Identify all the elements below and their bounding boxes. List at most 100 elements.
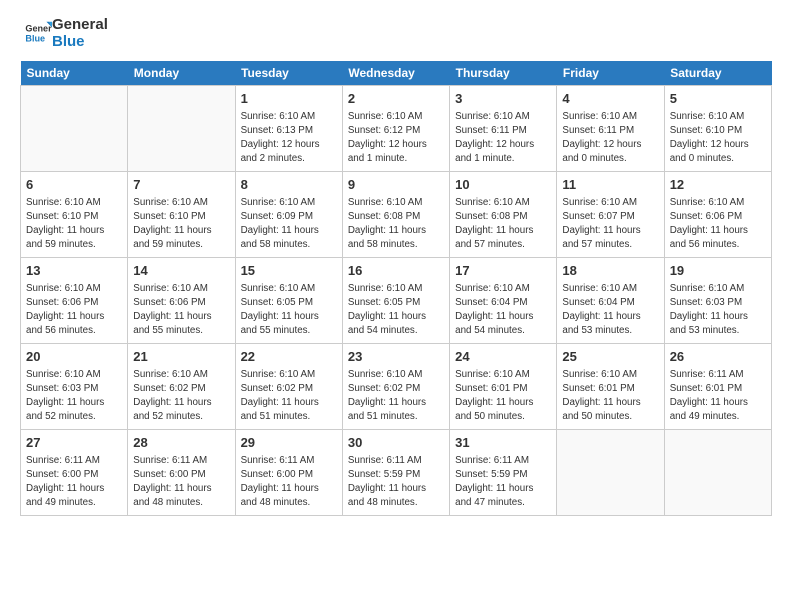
cell-info: Sunrise: 6:11 AM Sunset: 5:59 PM Dayligh… <box>348 454 444 511</box>
calendar-cell: 29 Sunrise: 6:11 AM Sunset: 6:00 PM Dayli… <box>235 429 342 515</box>
day-number: 25 <box>562 348 658 366</box>
cell-info: Sunrise: 6:10 AM Sunset: 6:10 PM Dayligh… <box>133 196 229 253</box>
cell-info: Sunrise: 6:10 AM Sunset: 6:10 PM Dayligh… <box>670 110 766 167</box>
day-number: 22 <box>241 348 337 366</box>
header-wednesday: Wednesday <box>342 61 449 86</box>
week-row-3: 13 Sunrise: 6:10 AM Sunset: 6:06 PM Dayli… <box>21 257 772 343</box>
calendar-cell: 26 Sunrise: 6:11 AM Sunset: 6:01 PM Dayli… <box>664 343 771 429</box>
day-number: 9 <box>348 176 444 194</box>
day-number: 27 <box>26 434 122 452</box>
calendar-cell: 31 Sunrise: 6:11 AM Sunset: 5:59 PM Dayli… <box>450 429 557 515</box>
page-header: General Blue General Blue <box>20 16 772 51</box>
cell-info: Sunrise: 6:11 AM Sunset: 6:00 PM Dayligh… <box>241 454 337 511</box>
cell-info: Sunrise: 6:10 AM Sunset: 6:03 PM Dayligh… <box>26 368 122 425</box>
calendar-cell: 5 Sunrise: 6:10 AM Sunset: 6:10 PM Daylig… <box>664 85 771 171</box>
day-number: 30 <box>348 434 444 452</box>
calendar-header-row: SundayMondayTuesdayWednesdayThursdayFrid… <box>21 61 772 86</box>
calendar-cell: 14 Sunrise: 6:10 AM Sunset: 6:06 PM Dayli… <box>128 257 235 343</box>
day-number: 13 <box>26 262 122 280</box>
day-number: 5 <box>670 90 766 108</box>
cell-info: Sunrise: 6:10 AM Sunset: 6:02 PM Dayligh… <box>133 368 229 425</box>
cell-info: Sunrise: 6:10 AM Sunset: 6:08 PM Dayligh… <box>455 196 551 253</box>
cell-info: Sunrise: 6:10 AM Sunset: 6:06 PM Dayligh… <box>133 282 229 339</box>
calendar-cell <box>664 429 771 515</box>
cell-info: Sunrise: 6:10 AM Sunset: 6:02 PM Dayligh… <box>241 368 337 425</box>
calendar-cell <box>21 85 128 171</box>
week-row-5: 27 Sunrise: 6:11 AM Sunset: 6:00 PM Dayli… <box>21 429 772 515</box>
cell-info: Sunrise: 6:10 AM Sunset: 6:04 PM Dayligh… <box>562 282 658 339</box>
cell-info: Sunrise: 6:10 AM Sunset: 6:13 PM Dayligh… <box>241 110 337 167</box>
calendar-cell: 9 Sunrise: 6:10 AM Sunset: 6:08 PM Daylig… <box>342 171 449 257</box>
day-number: 21 <box>133 348 229 366</box>
cell-info: Sunrise: 6:10 AM Sunset: 6:04 PM Dayligh… <box>455 282 551 339</box>
logo: General Blue General Blue <box>20 16 108 51</box>
cell-info: Sunrise: 6:10 AM Sunset: 6:12 PM Dayligh… <box>348 110 444 167</box>
day-number: 16 <box>348 262 444 280</box>
calendar-cell: 12 Sunrise: 6:10 AM Sunset: 6:06 PM Dayli… <box>664 171 771 257</box>
header-sunday: Sunday <box>21 61 128 86</box>
cell-info: Sunrise: 6:10 AM Sunset: 6:08 PM Dayligh… <box>348 196 444 253</box>
calendar-cell: 22 Sunrise: 6:10 AM Sunset: 6:02 PM Dayli… <box>235 343 342 429</box>
calendar-cell: 6 Sunrise: 6:10 AM Sunset: 6:10 PM Daylig… <box>21 171 128 257</box>
calendar-cell: 20 Sunrise: 6:10 AM Sunset: 6:03 PM Dayli… <box>21 343 128 429</box>
logo-icon: General Blue <box>24 19 52 47</box>
logo-text-blue: Blue <box>52 33 108 50</box>
cell-info: Sunrise: 6:11 AM Sunset: 5:59 PM Dayligh… <box>455 454 551 511</box>
calendar-cell: 1 Sunrise: 6:10 AM Sunset: 6:13 PM Daylig… <box>235 85 342 171</box>
calendar-cell: 16 Sunrise: 6:10 AM Sunset: 6:05 PM Dayli… <box>342 257 449 343</box>
calendar-cell: 13 Sunrise: 6:10 AM Sunset: 6:06 PM Dayli… <box>21 257 128 343</box>
cell-info: Sunrise: 6:10 AM Sunset: 6:01 PM Dayligh… <box>562 368 658 425</box>
cell-info: Sunrise: 6:10 AM Sunset: 6:05 PM Dayligh… <box>241 282 337 339</box>
header-monday: Monday <box>128 61 235 86</box>
day-number: 3 <box>455 90 551 108</box>
cell-info: Sunrise: 6:11 AM Sunset: 6:00 PM Dayligh… <box>26 454 122 511</box>
calendar-cell: 19 Sunrise: 6:10 AM Sunset: 6:03 PM Dayli… <box>664 257 771 343</box>
calendar-cell: 4Sunrise: 6:10 AM Sunset: 6:11 PM Daylig… <box>557 85 664 171</box>
day-number: 15 <box>241 262 337 280</box>
day-number: 28 <box>133 434 229 452</box>
day-number: 29 <box>241 434 337 452</box>
cell-info: Sunrise: 6:10 AM Sunset: 6:07 PM Dayligh… <box>562 196 658 253</box>
day-number: 10 <box>455 176 551 194</box>
cell-info: Sunrise: 6:10 AM Sunset: 6:06 PM Dayligh… <box>670 196 766 253</box>
day-number: 2 <box>348 90 444 108</box>
day-number: 19 <box>670 262 766 280</box>
day-number: 8 <box>241 176 337 194</box>
calendar-cell: 11 Sunrise: 6:10 AM Sunset: 6:07 PM Dayli… <box>557 171 664 257</box>
calendar-cell: 28Sunrise: 6:11 AM Sunset: 6:00 PM Dayli… <box>128 429 235 515</box>
cell-info: Sunrise: 6:10 AM Sunset: 6:09 PM Dayligh… <box>241 196 337 253</box>
calendar-cell: 3Sunrise: 6:10 AM Sunset: 6:11 PM Daylig… <box>450 85 557 171</box>
calendar-cell: 18Sunrise: 6:10 AM Sunset: 6:04 PM Dayli… <box>557 257 664 343</box>
cell-info: Sunrise: 6:10 AM Sunset: 6:05 PM Dayligh… <box>348 282 444 339</box>
day-number: 14 <box>133 262 229 280</box>
calendar-cell: 8 Sunrise: 6:10 AM Sunset: 6:09 PM Daylig… <box>235 171 342 257</box>
cell-info: Sunrise: 6:10 AM Sunset: 6:10 PM Dayligh… <box>26 196 122 253</box>
day-number: 1 <box>241 90 337 108</box>
week-row-4: 20 Sunrise: 6:10 AM Sunset: 6:03 PM Dayli… <box>21 343 772 429</box>
calendar-cell: 30 Sunrise: 6:11 AM Sunset: 5:59 PM Dayli… <box>342 429 449 515</box>
cell-info: Sunrise: 6:10 AM Sunset: 6:11 PM Dayligh… <box>562 110 658 167</box>
day-number: 31 <box>455 434 551 452</box>
day-number: 24 <box>455 348 551 366</box>
day-number: 17 <box>455 262 551 280</box>
cell-info: Sunrise: 6:11 AM Sunset: 6:01 PM Dayligh… <box>670 368 766 425</box>
day-number: 12 <box>670 176 766 194</box>
cell-info: Sunrise: 6:10 AM Sunset: 6:03 PM Dayligh… <box>670 282 766 339</box>
calendar-cell <box>557 429 664 515</box>
cell-info: Sunrise: 6:10 AM Sunset: 6:01 PM Dayligh… <box>455 368 551 425</box>
calendar-cell: 2 Sunrise: 6:10 AM Sunset: 6:12 PM Daylig… <box>342 85 449 171</box>
calendar-cell: 27 Sunrise: 6:11 AM Sunset: 6:00 PM Dayli… <box>21 429 128 515</box>
calendar-cell: 23Sunrise: 6:10 AM Sunset: 6:02 PM Dayli… <box>342 343 449 429</box>
svg-text:General: General <box>25 24 52 34</box>
day-number: 11 <box>562 176 658 194</box>
header-saturday: Saturday <box>664 61 771 86</box>
calendar-cell: 17 Sunrise: 6:10 AM Sunset: 6:04 PM Dayli… <box>450 257 557 343</box>
day-number: 6 <box>26 176 122 194</box>
logo-text-general: General <box>52 16 108 33</box>
cell-info: Sunrise: 6:10 AM Sunset: 6:06 PM Dayligh… <box>26 282 122 339</box>
svg-text:Blue: Blue <box>25 34 45 44</box>
calendar-cell: 25 Sunrise: 6:10 AM Sunset: 6:01 PM Dayli… <box>557 343 664 429</box>
day-number: 26 <box>670 348 766 366</box>
week-row-1: 1 Sunrise: 6:10 AM Sunset: 6:13 PM Daylig… <box>21 85 772 171</box>
day-number: 20 <box>26 348 122 366</box>
